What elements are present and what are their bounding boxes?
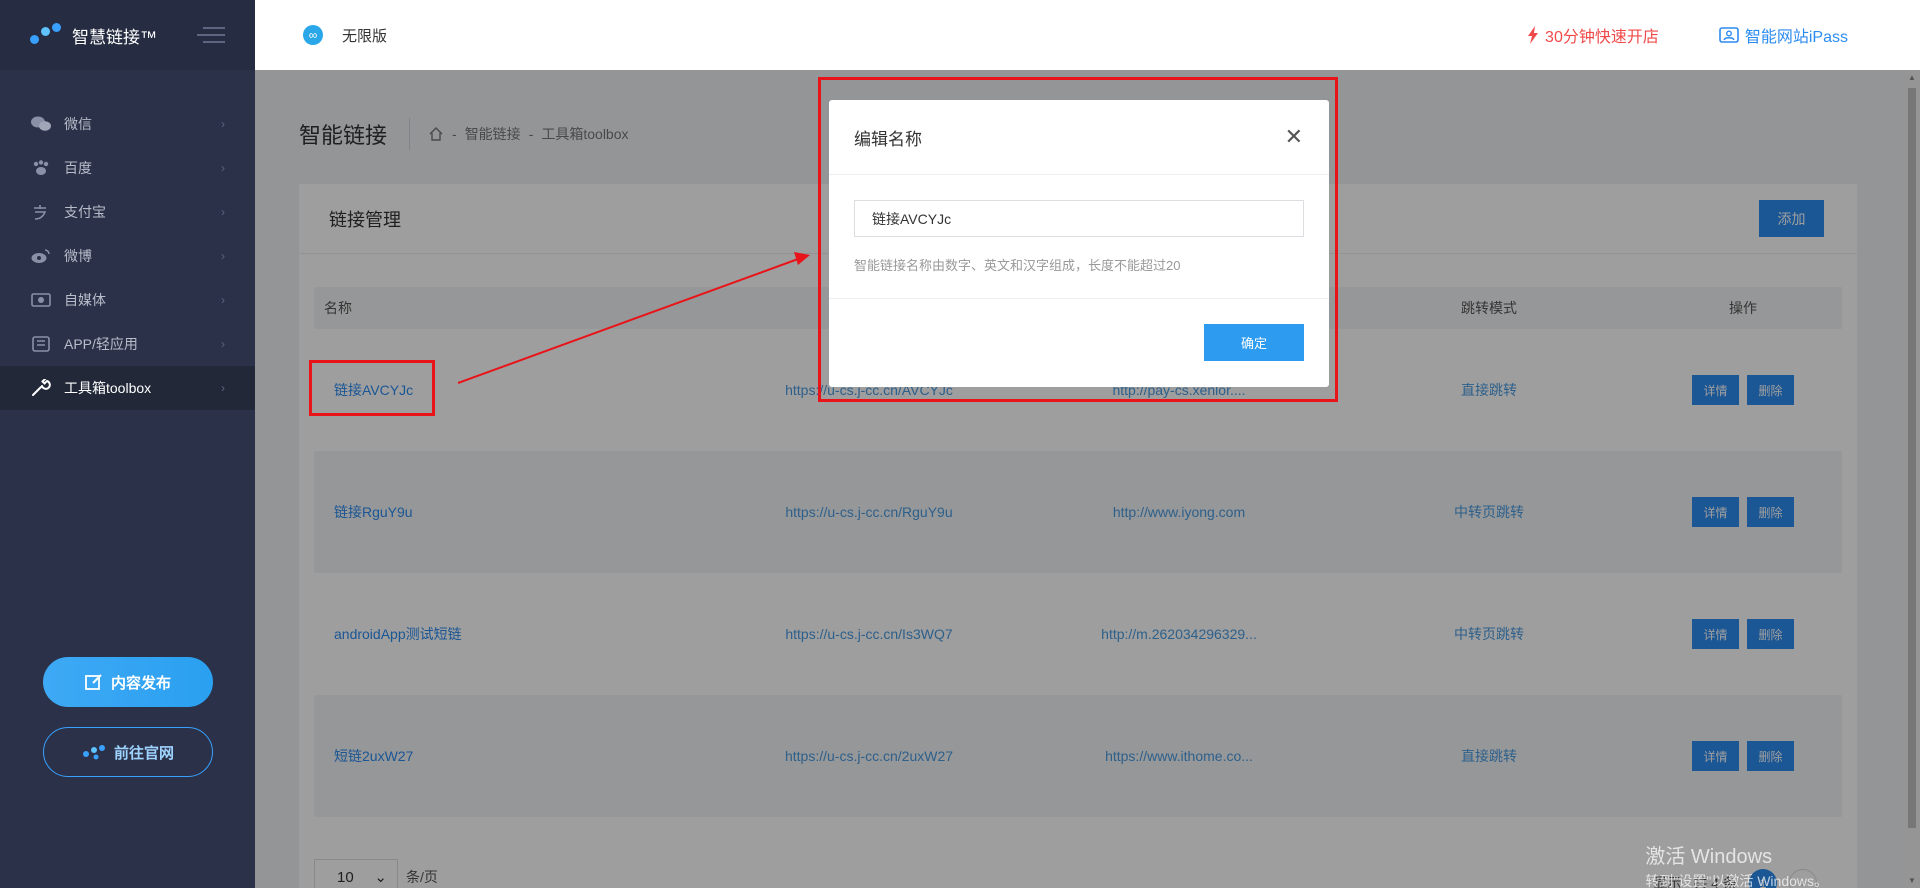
app-icon: [30, 336, 52, 352]
brand-logo-icon: [30, 23, 62, 47]
chevron-right-icon: ›: [221, 381, 225, 395]
sidebar-item-wechat[interactable]: 微信 ›: [0, 102, 255, 146]
close-icon[interactable]: ✕: [1285, 124, 1303, 150]
wrench-icon: [30, 379, 52, 396]
alipay-icon: [30, 204, 52, 220]
sidebar-item-label: 微信: [64, 116, 92, 132]
sidebar-item-alipay[interactable]: 支付宝 ›: [0, 190, 255, 234]
brand-logo-icon: [82, 745, 105, 760]
edition-label: 无限版: [342, 27, 388, 45]
sidebar-item-media[interactable]: 自媒体 ›: [0, 278, 255, 322]
input-hint: 智能链接名称由数字、英文和汉字组成，长度不能超过20: [854, 258, 1181, 273]
sidebar-item-label: 支付宝: [64, 204, 106, 220]
sidebar-item-toolbox[interactable]: 工具箱toolbox ›: [0, 366, 255, 410]
watermark-line: 激活 Windows: [1645, 846, 1773, 868]
edit-name-dialog: 编辑名称 ✕ 智能链接名称由数字、英文和汉字组成，长度不能超过20 确定: [829, 100, 1329, 387]
sidebar-item-baidu[interactable]: 百度 ›: [0, 146, 255, 190]
go-to-website-label: 前往官网: [113, 744, 174, 762]
go-to-website-button[interactable]: 前往官网: [43, 727, 213, 777]
publish-content-label: 内容发布: [110, 674, 171, 692]
sidebar-item-label: 微博: [64, 248, 92, 264]
paw-icon: [30, 160, 52, 176]
sidebar-nav: 微信 › 百度 › 支付宝 › 微博 › 自媒体 › APP/轻应用 › 工具箱…: [0, 70, 255, 410]
weibo-icon: [30, 248, 52, 264]
brand-bar: 智慧链接™: [0, 0, 255, 70]
sidebar-item-label: 自媒体: [64, 292, 106, 308]
menu-toggle-icon[interactable]: [197, 27, 225, 43]
sidebar-item-label: APP/轻应用: [64, 336, 138, 352]
dialog-footer: 确定: [829, 299, 1329, 386]
ipass-icon: [1719, 27, 1739, 43]
ipass-label: 智能网站iPass: [1744, 29, 1848, 46]
chevron-right-icon: ›: [221, 293, 225, 307]
quick-open-store-label: 30分钟快速开店: [1545, 29, 1659, 46]
sidebar-item-label: 工具箱toolbox: [64, 380, 152, 396]
confirm-button[interactable]: 确定: [1204, 324, 1304, 361]
watermark-line: 转到"设置"以激活 Windows。: [1645, 873, 1828, 888]
dialog-header: 编辑名称 ✕: [829, 100, 1329, 175]
top-bar: ∞ 无限版 30分钟快速开店 智能网站iPass: [255, 0, 1920, 70]
chevron-right-icon: ›: [221, 249, 225, 263]
chevron-right-icon: ›: [221, 161, 225, 175]
chevron-right-icon: ›: [221, 205, 225, 219]
publish-content-button[interactable]: 内容发布: [43, 657, 213, 707]
media-icon: [30, 292, 52, 308]
edit-icon: [85, 674, 102, 690]
brand-name: 智慧链接™: [72, 27, 157, 47]
link-name-input[interactable]: [854, 200, 1304, 237]
annotation-box-link-name: [309, 360, 435, 416]
chevron-right-icon: ›: [221, 337, 225, 351]
sidebar-item-label: 百度: [64, 160, 92, 176]
windows-activation-watermark: 激活 Windows 转到"设置"以激活 Windows。: [1645, 840, 1828, 888]
sidebar: 智慧链接™ 微信 › 百度 › 支付宝 › 微博 › 自媒体 › APP/轻应用…: [0, 0, 255, 888]
sidebar-item-weibo[interactable]: 微博 ›: [0, 234, 255, 278]
lightning-icon: [1528, 26, 1539, 44]
wechat-icon: [30, 116, 52, 132]
dialog-title: 编辑名称: [854, 129, 922, 149]
ipass-link[interactable]: 智能网站iPass: [1719, 23, 1848, 47]
chevron-right-icon: ›: [221, 117, 225, 131]
dialog-body: 智能链接名称由数字、英文和汉字组成，长度不能超过20: [829, 175, 1329, 299]
infinity-icon: ∞: [303, 25, 323, 45]
sidebar-item-app[interactable]: APP/轻应用 ›: [0, 322, 255, 366]
quick-open-store-link[interactable]: 30分钟快速开店: [1527, 23, 1659, 47]
